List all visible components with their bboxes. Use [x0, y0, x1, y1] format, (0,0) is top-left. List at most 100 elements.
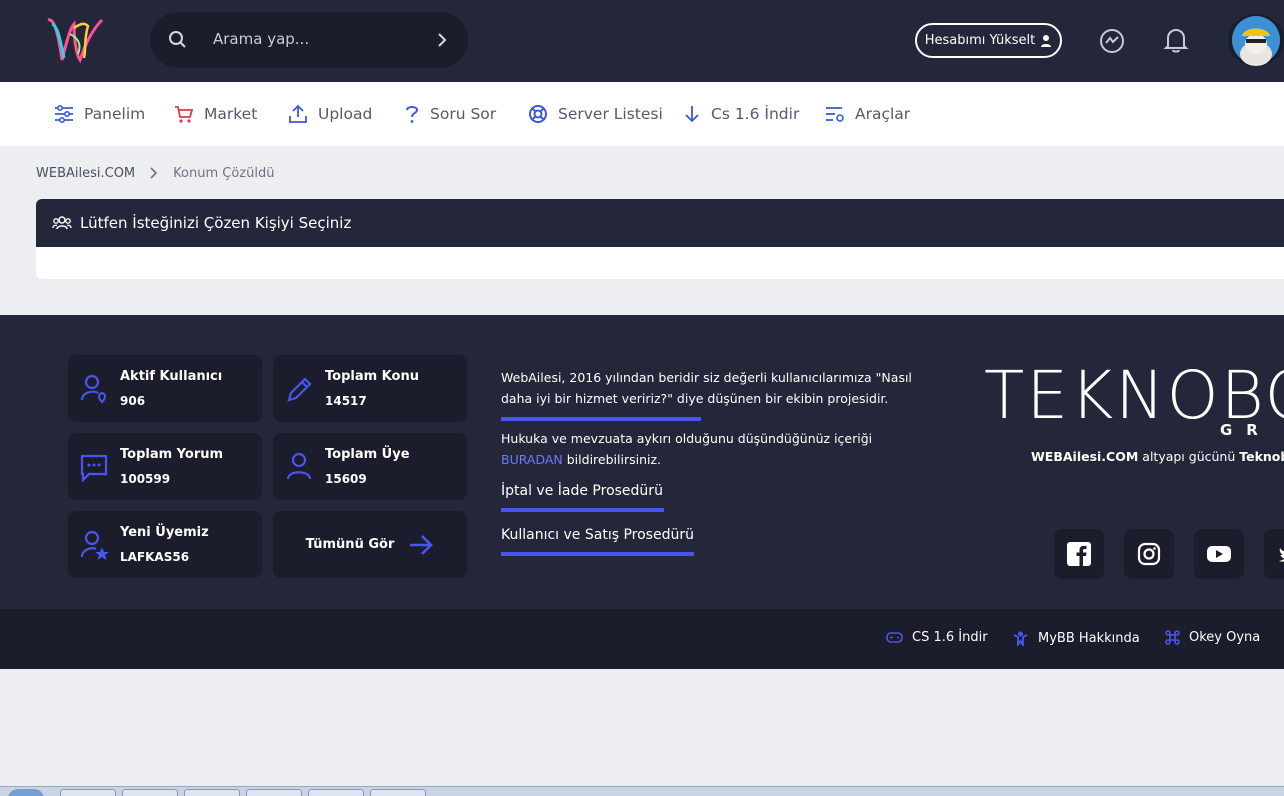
youtube-icon — [1207, 546, 1231, 562]
facebook-icon — [1067, 542, 1091, 566]
user-avatar[interactable] — [1228, 14, 1284, 66]
download-arrow-icon — [685, 106, 699, 123]
facebook-link[interactable] — [1054, 529, 1104, 579]
user-location-icon — [80, 374, 106, 404]
powered-by: WEBAilesi.COM altyapı gücünü Teknobos — [1031, 449, 1284, 464]
powered-mid: altyapı gücünü — [1142, 449, 1236, 464]
youtube-link[interactable] — [1194, 529, 1244, 579]
bottom-link-cs-indir[interactable]: CS 1.6 İndir — [886, 630, 988, 645]
start-button[interactable] — [8, 789, 44, 796]
messenger-icon[interactable] — [1099, 28, 1125, 54]
taskbar-app[interactable] — [308, 789, 364, 796]
nav-label: Soru Sor — [430, 105, 497, 123]
upload-icon — [289, 104, 307, 123]
stat-card-newest-member: Yeni Üyemiz LAFKAS56 — [68, 511, 262, 578]
bottom-link-okey[interactable]: Okey Oyna — [1165, 630, 1260, 645]
nav-item-upload[interactable]: Upload — [288, 82, 372, 146]
nav-label: Araçlar — [855, 105, 911, 123]
nav-item-server-listesi[interactable]: Server Listesi — [528, 82, 663, 146]
stat-value: 15609 — [325, 472, 367, 486]
breadcrumb-current: Konum Çözüldü — [173, 165, 275, 181]
nav-label: Server Listesi — [558, 105, 663, 123]
user-icon — [286, 452, 312, 480]
stat-label: Toplam Konu — [325, 369, 419, 384]
panel-header: Lütfen İsteğinizi Çözen Kişiyi Seçiniz — [36, 199, 1284, 247]
question-icon — [406, 106, 419, 123]
panel-title: Lütfen İsteğinizi Çözen Kişiyi Seçiniz — [80, 214, 352, 232]
nav-item-araclar[interactable]: Araçlar — [825, 82, 910, 146]
stat-value: LAFKAS56 — [120, 550, 190, 564]
taskbar-app[interactable] — [370, 789, 426, 796]
taskbar-app[interactable] — [184, 789, 240, 796]
bottom-link-label: CS 1.6 İndir — [912, 630, 988, 645]
instagram-icon — [1137, 542, 1161, 566]
upgrade-account-button[interactable]: Hesabımı Yükselt — [915, 23, 1062, 58]
search-bar[interactable]: Arama yap... — [150, 12, 468, 68]
nav-label: Panelim — [84, 105, 146, 123]
gamepad-icon — [886, 632, 903, 643]
breadcrumb-home[interactable]: WEBAilesi.COM — [36, 166, 135, 181]
stat-label: Toplam Yorum — [120, 447, 224, 462]
report-link[interactable]: BURADAN — [501, 452, 563, 467]
command-icon — [1165, 630, 1180, 645]
lifebuoy-icon — [529, 105, 547, 123]
legal-prefix: Hukuka ve mevzuata aykırı olduğunu düşün… — [501, 431, 873, 446]
os-taskbar — [0, 786, 1284, 796]
stat-card-active-users: Aktif Kullanıcı 906 — [68, 355, 262, 422]
link-underline — [501, 552, 694, 556]
chevron-right-icon — [150, 167, 158, 179]
taskbar-app[interactable] — [246, 789, 302, 796]
nav-item-cs-indir[interactable]: Cs 1.6 İndir — [683, 82, 799, 146]
top-bar: Arama yap... Hesabımı Yükselt — [0, 0, 1284, 82]
bottom-link-label: MyBB Hakkında — [1038, 630, 1140, 646]
about-text: WebAilesi, 2016 yılından beridir siz değ… — [501, 370, 912, 406]
cart-icon — [175, 106, 194, 123]
comment-icon — [80, 454, 108, 482]
stat-label: Aktif Kullanıcı — [120, 369, 223, 384]
nav-item-market[interactable]: Market — [174, 82, 257, 146]
sales-policy-link[interactable]: Kullanıcı ve Satış Prosedürü — [501, 527, 694, 543]
search-icon — [169, 31, 186, 48]
pencil-icon — [287, 377, 312, 402]
link-underline — [501, 508, 664, 512]
stat-label: Toplam Üye — [325, 447, 410, 462]
powered-brand: Teknobos — [1239, 449, 1284, 464]
panel-body — [36, 247, 1284, 279]
refund-policy-link[interactable]: İptal ve İade Prosedürü — [501, 483, 663, 499]
nav-item-soru-sor[interactable]: Soru Sor — [404, 82, 496, 146]
site-logo[interactable] — [44, 14, 106, 68]
stat-label: Yeni Üyemiz — [120, 525, 209, 540]
user-plus-icon — [1041, 34, 1052, 47]
footer: Aktif Kullanıcı 906 Toplam Konu 14517 To… — [0, 315, 1284, 609]
bell-icon[interactable] — [1163, 26, 1189, 54]
arrow-right-icon — [410, 534, 434, 555]
breadcrumb: WEBAilesi.COM Konum Çözüldü — [36, 164, 274, 182]
nav-label: Upload — [318, 105, 373, 123]
see-all-button[interactable]: Tümünü Gör — [273, 511, 467, 578]
footer-bottom-bar: CS 1.6 İndir MyBB Hakkında Okey Oyna — [0, 609, 1284, 669]
nav-label: Market — [204, 105, 258, 123]
mybb-icon — [1013, 631, 1028, 646]
stat-card-total-members: Toplam Üye 15609 — [273, 433, 467, 500]
bottom-link-mybb[interactable]: MyBB Hakkında — [1012, 630, 1140, 646]
instagram-link[interactable] — [1124, 529, 1174, 579]
legal-notice: Hukuka ve mevzuata aykırı olduğunu düşün… — [501, 428, 921, 470]
stat-value: 906 — [120, 394, 146, 408]
brand-subtext: GR — [1220, 421, 1272, 439]
stat-card-total-topics: Toplam Konu 14517 — [273, 355, 467, 422]
stat-value: 14517 — [325, 394, 367, 408]
see-all-label: Tümünü Gör — [305, 537, 395, 552]
twitter-icon — [1279, 548, 1284, 562]
twitter-link[interactable] — [1264, 529, 1284, 579]
chevron-right-icon[interactable] — [432, 30, 452, 50]
user-star-icon — [80, 530, 109, 560]
taskbar-app[interactable] — [60, 789, 116, 796]
nav-item-panelim[interactable]: Panelim — [54, 82, 145, 146]
bottom-link-label: Okey Oyna — [1189, 630, 1261, 645]
stat-card-total-comments: Toplam Yorum 100599 — [68, 433, 262, 500]
users-icon — [52, 216, 72, 230]
legal-suffix: bildirebilirsiniz. — [566, 452, 662, 467]
search-input[interactable]: Arama yap... — [213, 30, 309, 48]
taskbar-app[interactable] — [122, 789, 178, 796]
powered-site: WEBAilesi.COM — [1031, 449, 1139, 464]
